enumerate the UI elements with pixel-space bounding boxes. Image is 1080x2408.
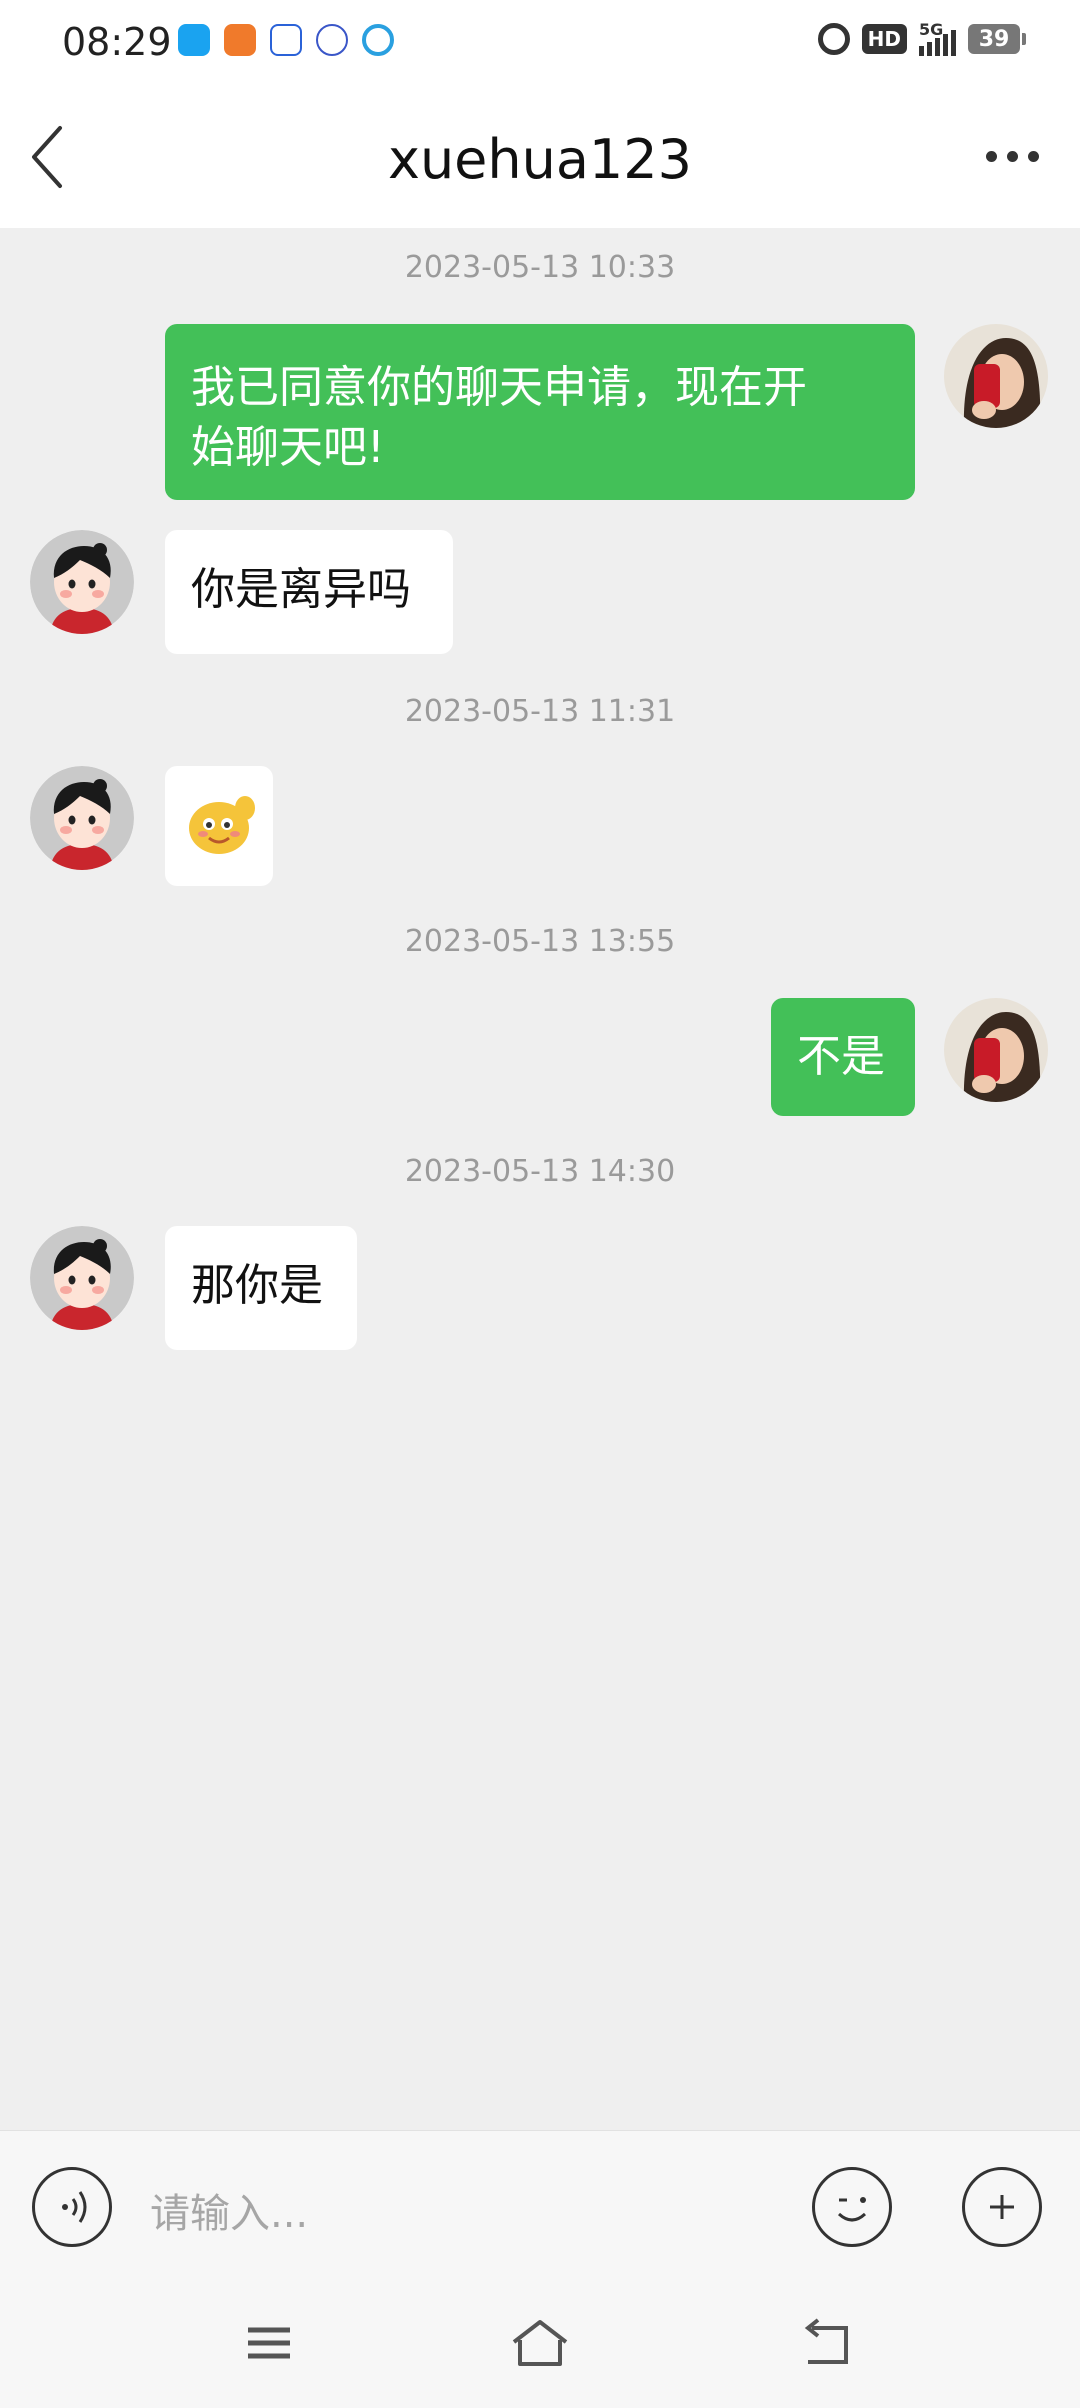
- contact-avatar[interactable]: [30, 1226, 134, 1330]
- network-label: 5G: [919, 20, 944, 39]
- my-message-bubble[interactable]: 我已同意你的聊天申请，现在开 始聊天吧!: [165, 324, 915, 500]
- app-blue-icon: [270, 24, 302, 56]
- baidu-icon: [316, 24, 348, 56]
- timestamp: 2023-05-13 14:30: [404, 1154, 676, 1189]
- status-bar: 08:29 HD 5G 39: [0, 0, 1080, 84]
- emoji-button[interactable]: [812, 2167, 892, 2247]
- signal-icon: 5G: [919, 20, 956, 56]
- message-input[interactable]: 请输入...: [150, 2181, 308, 2239]
- message-text: 那你是: [191, 1260, 323, 1311]
- contact-message-bubble[interactable]: 那你是: [165, 1226, 357, 1350]
- qq-icon: [178, 24, 210, 56]
- my-avatar[interactable]: [944, 324, 1048, 428]
- back-nav-icon[interactable]: [800, 2318, 854, 2370]
- hd-badge: HD: [861, 24, 907, 54]
- page-title: xuehua123: [387, 128, 692, 191]
- add-button[interactable]: [962, 2167, 1042, 2247]
- browser-icon: [362, 24, 394, 56]
- chat-area[interactable]: 2023-05-13 10:33 我已同意你的聊天申请，现在开 始聊天吧! 你是…: [0, 228, 1080, 2130]
- voice-button[interactable]: [32, 2167, 112, 2247]
- timestamp: 2023-05-13 11:31: [404, 694, 676, 729]
- smiley-icon: [837, 2197, 867, 2222]
- input-bar: 请输入...: [0, 2130, 1080, 2283]
- contact-message-bubble[interactable]: 你是离异吗: [165, 530, 453, 654]
- message-text: 你是离异吗: [191, 564, 411, 615]
- my-avatar[interactable]: [944, 998, 1048, 1102]
- home-icon[interactable]: [510, 2318, 570, 2370]
- message-text: 不是: [797, 1031, 885, 1082]
- timestamp: 2023-05-13 10:33: [404, 250, 676, 285]
- battery-icon: 39: [968, 24, 1026, 54]
- status-time: 08:29: [62, 20, 172, 64]
- chat-header: xuehua123: [0, 84, 1080, 228]
- message-text: 我已同意你的聊天申请，现在开: [191, 362, 807, 413]
- contact-avatar[interactable]: [30, 530, 134, 634]
- sticker-bubble[interactable]: [165, 766, 273, 886]
- app-orange-icon: [224, 24, 256, 56]
- more-dots-icon[interactable]: [986, 144, 1046, 168]
- timestamp: 2023-05-13 13:55: [404, 924, 676, 959]
- notification-icons: [178, 24, 394, 56]
- my-message-bubble[interactable]: 不是: [771, 998, 915, 1116]
- voice-icon: [62, 2191, 87, 2223]
- system-nav-bar: [0, 2282, 1080, 2408]
- alarm-icon: [817, 23, 850, 55]
- message-text: 始聊天吧!: [191, 422, 385, 473]
- menu-icon[interactable]: [244, 2318, 294, 2368]
- battery-level: 39: [978, 26, 1010, 52]
- emoji-sticker-icon: [189, 796, 255, 854]
- contact-avatar[interactable]: [30, 766, 134, 870]
- plus-icon: [990, 2195, 1014, 2219]
